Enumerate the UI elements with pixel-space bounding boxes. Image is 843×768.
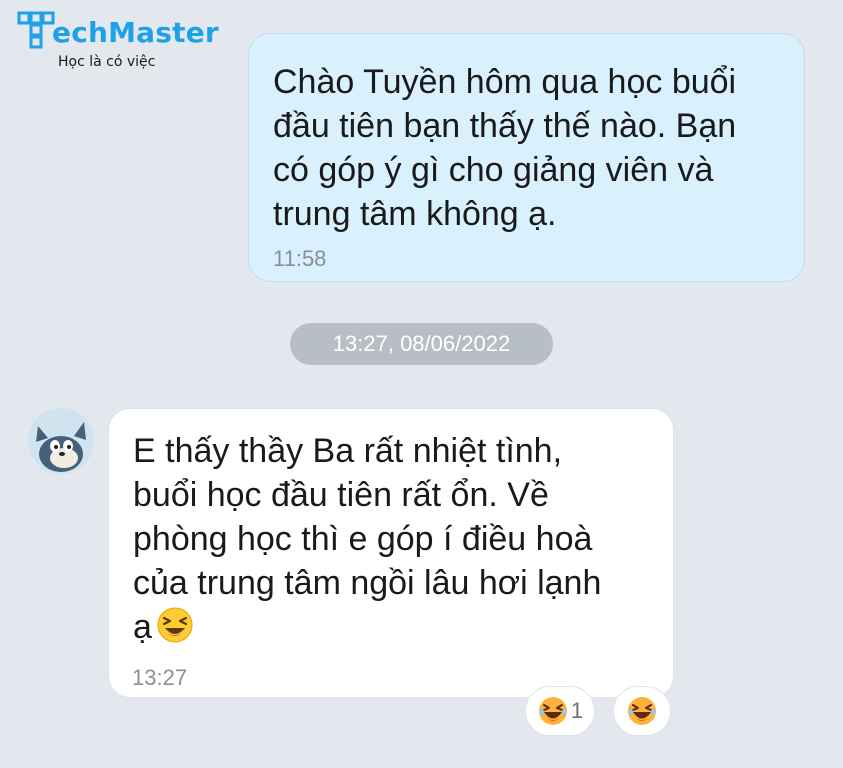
date-separator: 13:27, 08/06/2022 xyxy=(290,323,553,365)
reaction-laughing-count[interactable]: 1 xyxy=(525,686,595,736)
laughing-face-icon xyxy=(628,697,656,725)
reaction-add-laughing[interactable] xyxy=(613,686,671,736)
message-time: 13:27 xyxy=(132,665,188,690)
incoming-message-bubble[interactable]: E thấy thầy Ba rất nhiệt tình, buổi học … xyxy=(108,408,674,698)
message-text: E thấy thầy Ba rất nhiệt tình, buổi học … xyxy=(133,432,602,646)
logo-brand-text: echMaster xyxy=(52,16,219,49)
message-text-container: E thấy thầy Ba rất nhiệt tình, buổi học … xyxy=(133,429,649,649)
avatar-image xyxy=(28,408,94,474)
techmaster-logo-mark-icon xyxy=(17,11,55,49)
message-time: 11:58 xyxy=(273,246,327,271)
laughing-squint-icon xyxy=(157,607,193,643)
techmaster-logo: echMaster Học là có việc xyxy=(16,10,256,70)
message-text: Chào Tuyền hôm qua học buổi đầu tiên bạn… xyxy=(273,63,737,233)
laughing-face-icon xyxy=(538,697,567,725)
logo-tagline: Học là có việc xyxy=(58,54,156,70)
tom-cat-avatar[interactable] xyxy=(28,408,94,474)
outgoing-message-bubble[interactable]: Chào Tuyền hôm qua học buổi đầu tiên bạn… xyxy=(248,33,805,282)
reaction-count: 1 xyxy=(570,698,584,723)
